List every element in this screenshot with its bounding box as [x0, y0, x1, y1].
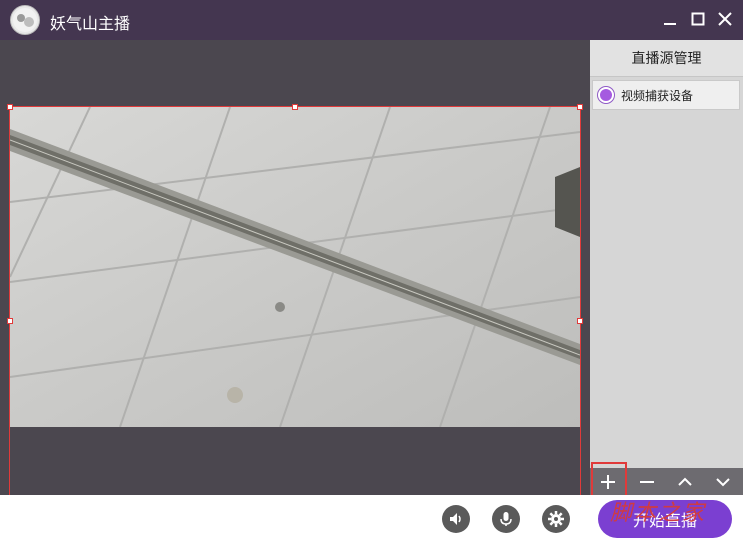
settings-button[interactable]: [542, 505, 570, 533]
settings-gear-icon: [548, 511, 564, 527]
title-bar: 妖气山主播: [0, 0, 743, 40]
camera-video-preview[interactable]: [10, 107, 580, 427]
microphone-icon: [500, 512, 512, 526]
speaker-icon: [450, 513, 461, 525]
source-item-label: 视频捕获设备: [621, 88, 694, 103]
app-logo-icon: [10, 5, 40, 35]
chevron-down-icon: [716, 477, 730, 486]
source-list-item[interactable]: 视频捕获设备: [592, 80, 740, 110]
chevron-up-icon: [678, 477, 692, 486]
plus-icon: [601, 474, 615, 489]
speaker-button[interactable]: [442, 505, 470, 533]
window-title: 妖气山主播: [50, 16, 131, 33]
source-radio-icon[interactable]: [598, 87, 614, 103]
source-toolbar: [590, 468, 743, 495]
microphone-button[interactable]: [492, 505, 520, 533]
add-source-button[interactable]: [590, 468, 626, 495]
remove-source-button[interactable]: [629, 468, 665, 495]
minus-icon: [640, 480, 654, 483]
panel-title: 直播源管理: [590, 40, 743, 77]
ceiling-camera-image: [10, 107, 580, 427]
source-manager-panel: 直播源管理 视频捕获设备: [590, 40, 743, 495]
watermark: 脚本之家: [610, 501, 707, 526]
move-down-button[interactable]: [705, 468, 741, 495]
maximize-icon[interactable]: [687, 8, 709, 30]
close-icon[interactable]: [714, 8, 736, 30]
minimize-icon[interactable]: [659, 8, 681, 30]
move-up-button[interactable]: [667, 468, 703, 495]
